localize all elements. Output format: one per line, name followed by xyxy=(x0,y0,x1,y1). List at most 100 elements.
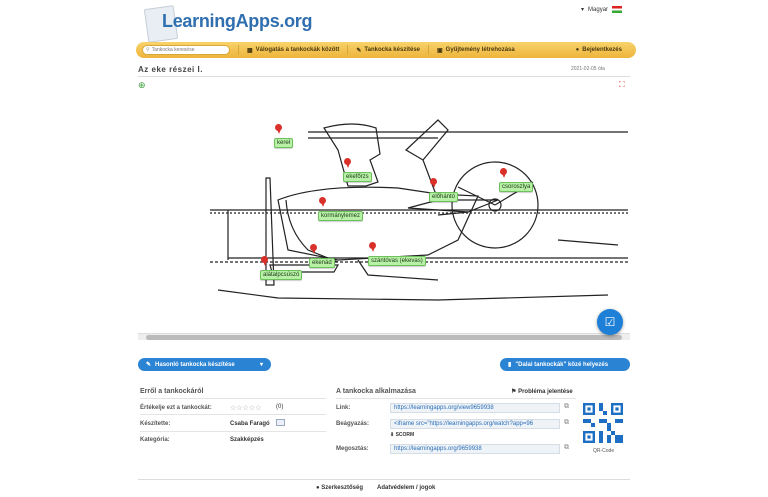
main-nav: ⚲ ▦ Válogatás a tankockák között ✎ Tanko… xyxy=(136,42,636,58)
login-label: Bejelentkezés xyxy=(582,47,622,53)
map-pin-3[interactable] xyxy=(430,178,437,188)
drop-label-kormanylemez[interactable]: kormánylemez xyxy=(318,211,364,221)
map-pin-1[interactable] xyxy=(275,124,282,134)
search-icon: ⚲ xyxy=(146,47,150,53)
drop-label-szantovas[interactable]: szántóvas (ekevas) xyxy=(368,256,426,266)
copy-link-icon[interactable]: ⧉ xyxy=(564,403,569,411)
create-similar-button[interactable]: ✎ Hasonló tankocka készítése ▾ xyxy=(138,358,271,371)
pencil-icon: ✎ xyxy=(356,47,362,54)
map-pin-2[interactable] xyxy=(344,158,351,168)
nav-browse-label: Válogatás a tankockák között xyxy=(255,47,340,53)
plough-diagram xyxy=(210,119,628,301)
report-label: Probléma jelentése xyxy=(518,389,573,395)
pin-icon xyxy=(275,124,282,134)
scorm-link[interactable]: ⬇ SCORM xyxy=(390,432,414,438)
usage-divider xyxy=(336,398,576,399)
logo[interactable]: LearningApps.org xyxy=(143,5,313,43)
map-pin-5[interactable] xyxy=(319,197,326,207)
about-divider xyxy=(140,398,326,399)
fullscreen-icon[interactable]: ⛶ xyxy=(619,80,625,90)
footer: ● Szerkesztőség Adatvédelem / jogok xyxy=(316,485,435,491)
login-button[interactable]: ● Bejelentkezés xyxy=(568,45,630,55)
scrollbar-thumb[interactable] xyxy=(146,335,622,340)
language-label: Magyar xyxy=(588,6,609,13)
link-label: Link: xyxy=(336,405,351,411)
nav-create-app[interactable]: ✎ Tankocka készítése xyxy=(347,45,428,55)
copy-share-icon[interactable]: ⧉ xyxy=(564,444,569,452)
share-label: Megosztás: xyxy=(336,446,369,452)
add-favorite-label: "Dalai tankockák" közé helyezés xyxy=(515,361,609,368)
map-pin-7[interactable] xyxy=(310,244,317,254)
embed-label: Beágyazás: xyxy=(336,421,370,427)
about-title: Erről a tankockáról xyxy=(140,388,204,395)
nav-create-collection[interactable]: ▣ Gyűjtemény létrehozása xyxy=(428,45,523,55)
check-answers-button[interactable]: ☑ xyxy=(597,309,623,335)
nav-create-label: Tankocka készítése xyxy=(364,47,420,53)
drop-label-kerel[interactable]: kereł xyxy=(274,138,294,148)
page: LearningApps.org ▾ Magyar ⚲ ▦ Válogatás … xyxy=(0,0,768,497)
pin-icon xyxy=(310,244,317,254)
drop-label-ekenad[interactable]: ekenád xyxy=(309,258,335,268)
info-icon: ● xyxy=(316,485,320,491)
footer-divider xyxy=(138,479,630,480)
map-pin-4[interactable] xyxy=(500,168,507,178)
pin-icon xyxy=(261,256,268,266)
scorm-label: SCORM xyxy=(395,432,415,438)
flag-icon: ⚑ xyxy=(511,389,517,395)
download-icon: ⬇ xyxy=(390,432,395,438)
bookmark-icon: ▮ xyxy=(508,362,512,368)
qr-code-icon[interactable] xyxy=(583,403,623,443)
checkmark-icon: ☑ xyxy=(604,315,616,329)
hungarian-flag-icon xyxy=(612,6,623,13)
pin-icon xyxy=(430,178,437,188)
category-label: Kategória: xyxy=(140,437,170,443)
creation-date: 2021-02-05 óta xyxy=(571,66,605,72)
drop-label-csoroszlya[interactable]: csoroszlya xyxy=(499,182,534,192)
page-title: Az eke részei I. xyxy=(138,65,203,74)
drop-label-elohanto[interactable]: előhántó xyxy=(429,192,459,202)
author-label: Készítette: xyxy=(140,421,171,427)
map-pin-8[interactable] xyxy=(261,256,268,266)
imprint-label: Szerkesztőség xyxy=(321,485,363,491)
logo-text: LearningApps.org xyxy=(162,11,313,31)
drop-label-alatalp[interactable]: alátalpcsúszó xyxy=(260,270,303,280)
pin-icon xyxy=(369,242,376,252)
caret-down-icon: ▾ xyxy=(259,362,263,368)
edit-icon: ✎ xyxy=(146,362,152,368)
usage-title: A tankocka alkalmazása xyxy=(336,388,416,395)
drop-label-ekefors[interactable]: ekefőrzs xyxy=(343,172,372,182)
share-field[interactable]: https://learningapps.org/9659938 xyxy=(390,444,560,454)
report-problem-link[interactable]: ⚑ Probléma jelentése xyxy=(511,388,573,395)
qr-label: QR-Code xyxy=(593,448,615,454)
search-input[interactable] xyxy=(151,47,229,53)
about-divider xyxy=(140,414,326,415)
search-box[interactable]: ⚲ xyxy=(142,45,230,55)
copy-embed-icon[interactable]: ⧉ xyxy=(564,419,569,427)
language-selector[interactable]: ▾ Magyar xyxy=(581,6,623,13)
app-canvas: kereł ekefőrzs előhántó csoroszlya kormá… xyxy=(138,90,630,342)
user-icon: ● xyxy=(575,47,580,53)
mail-icon[interactable] xyxy=(276,419,285,426)
category-value[interactable]: Szakképzés xyxy=(230,437,264,443)
pin-icon xyxy=(500,168,507,178)
divider xyxy=(138,76,630,77)
about-divider xyxy=(140,431,326,432)
pin-icon xyxy=(319,197,326,207)
nav-collection-label: Gyűjtemény létrehozása xyxy=(445,47,515,53)
rating-count: (0) xyxy=(276,404,284,410)
link-field[interactable]: https://learningapps.org/view9659938 xyxy=(390,403,560,413)
embed-field[interactable]: <iframe src="https://learningapps.org/wa… xyxy=(390,419,560,429)
privacy-link[interactable]: Adatvédelem / jogok xyxy=(377,485,435,491)
map-pin-6[interactable] xyxy=(369,242,376,252)
rate-label: Értékelje ezt a tankockát: xyxy=(140,405,212,411)
grid-icon: ▦ xyxy=(247,47,253,54)
imprint-link[interactable]: ● Szerkesztőség xyxy=(316,485,363,491)
add-favorite-button[interactable]: ▮ "Dalai tankockák" közé helyezés xyxy=(500,358,630,371)
author-name[interactable]: Csaba Faragó xyxy=(230,421,270,427)
collection-icon: ▣ xyxy=(437,47,443,54)
star-rating[interactable]: ☆☆☆☆☆ xyxy=(230,404,261,412)
chevron-down-icon: ▾ xyxy=(581,7,585,13)
nav-browse-apps[interactable]: ▦ Válogatás a tankockák között xyxy=(238,45,347,55)
horizontal-scrollbar[interactable] xyxy=(138,333,630,340)
pin-icon xyxy=(344,158,351,168)
